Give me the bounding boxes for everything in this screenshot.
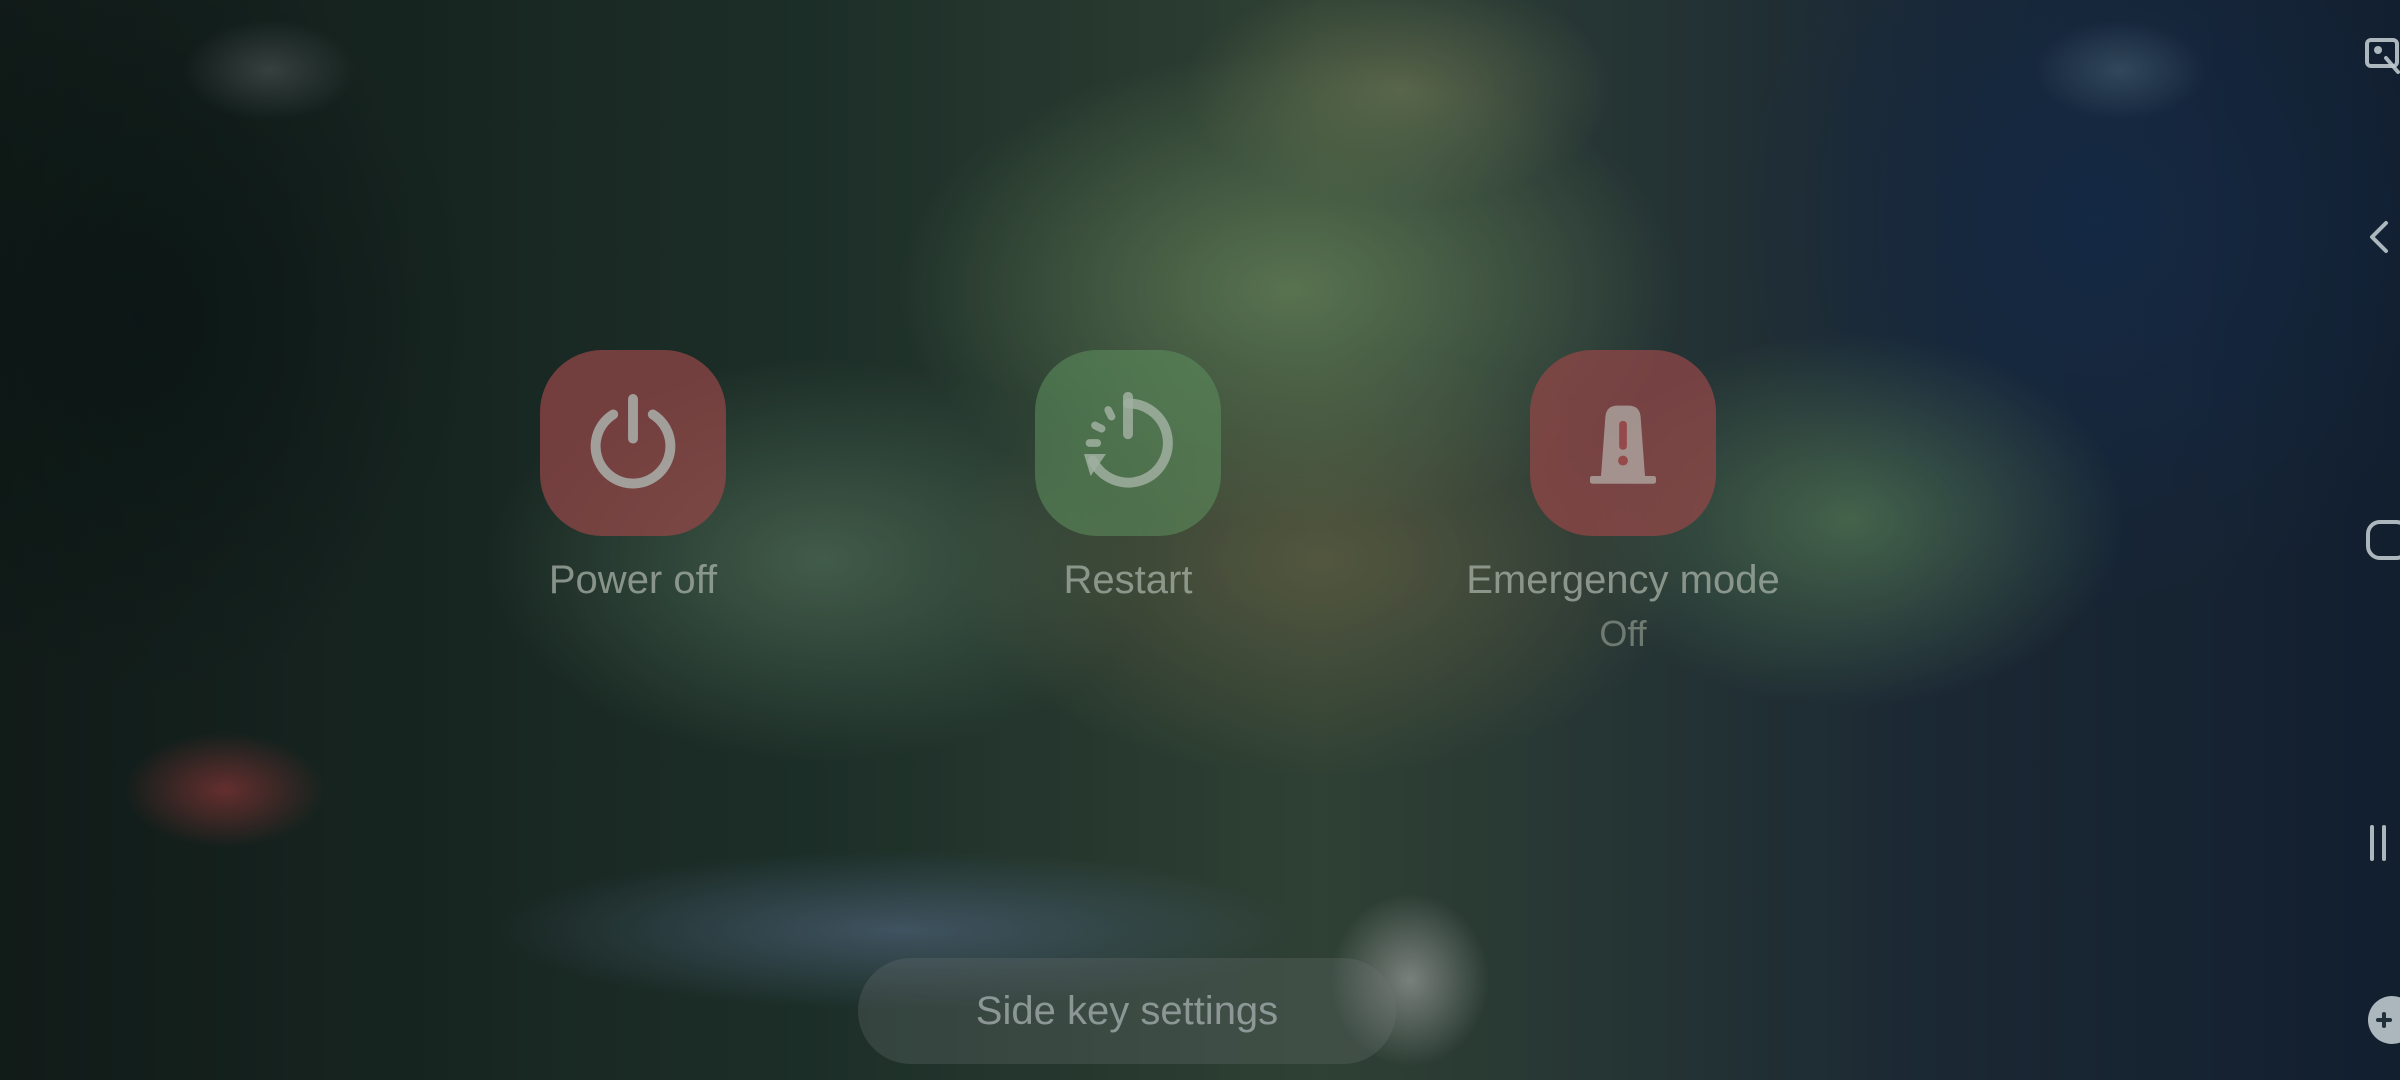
edge-navigation-panel [2356,0,2400,1080]
power-icon [590,394,676,489]
side-key-settings-label: Side key settings [975,988,1279,1033]
restart-option[interactable]: Restart [918,350,1338,603]
restart-label: Restart [1063,558,1193,602]
home-icon [2366,520,2400,560]
recents-icon [2370,825,2386,861]
restart-button[interactable] [1035,350,1221,536]
power-off-label: Power off [548,558,718,602]
edge-item-back[interactable] [2364,209,2400,265]
siren-icon [1590,405,1656,484]
power-off-option[interactable]: Power off [423,350,843,603]
emergency-mode-button[interactable] [1530,350,1716,536]
emergency-mode-status: Off [1599,613,1647,654]
edge-item-home[interactable] [2364,512,2400,568]
back-chevron-icon [2370,221,2388,253]
side-key-settings-button[interactable]: Side key settings [858,958,1396,1064]
device-screen: Power off Restart Emergency mode Off Sid… [0,0,2400,1080]
restart-icon [1084,391,1173,488]
edge-item-game[interactable] [2364,992,2400,1048]
emergency-mode-option[interactable]: Emergency mode Off [1413,350,1833,655]
edge-item-screenshot-edit[interactable] [2364,28,2400,84]
screenshot-edit-icon [2365,38,2400,74]
emergency-mode-label: Emergency mode [1466,558,1780,602]
power-off-button[interactable] [540,350,726,536]
game-controller-icon [2368,996,2400,1044]
edge-item-recents[interactable] [2364,815,2400,871]
